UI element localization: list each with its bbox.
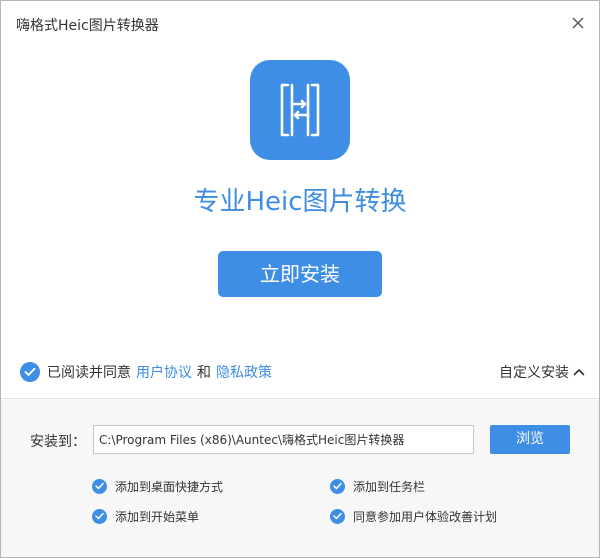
check-icon bbox=[333, 482, 342, 490]
user-agreement-link[interactable]: 用户协议 bbox=[136, 362, 192, 382]
option-start-menu[interactable]: 添加到开始菜单 bbox=[92, 506, 199, 526]
option-label: 添加到开始菜单 bbox=[115, 509, 200, 524]
install-path-input[interactable] bbox=[93, 425, 474, 454]
install-now-button[interactable]: 立即安装 bbox=[218, 251, 382, 297]
check-icon bbox=[24, 367, 36, 376]
app-logo bbox=[250, 60, 350, 160]
check-icon bbox=[95, 512, 104, 520]
window-title: 嗨格式Heic图片转换器 bbox=[16, 18, 159, 34]
option-checkbox[interactable] bbox=[92, 478, 107, 494]
heic-logo-icon bbox=[280, 83, 320, 137]
option-label: 添加到桌面快捷方式 bbox=[115, 479, 224, 494]
option-label: 添加到任务栏 bbox=[353, 479, 426, 494]
browse-button[interactable]: 浏览 bbox=[490, 425, 570, 454]
check-icon bbox=[95, 482, 104, 490]
product-headline: 专业Heic图片转换 bbox=[193, 187, 407, 217]
agreement-prefix: 已阅读并同意 bbox=[47, 365, 131, 381]
option-checkbox[interactable] bbox=[330, 508, 345, 524]
agreement-conjunction: 和 bbox=[197, 365, 211, 381]
check-icon bbox=[333, 512, 342, 520]
custom-install-label: 自定义安装 bbox=[499, 365, 569, 381]
install-path-label: 安装到： bbox=[30, 434, 86, 450]
option-checkbox[interactable] bbox=[330, 478, 345, 494]
agreement-checkbox[interactable] bbox=[20, 362, 40, 382]
custom-install-panel: 安装到： 浏览 添加到桌面快捷方式 添加到任务栏 bbox=[1, 398, 599, 557]
option-taskbar[interactable]: 添加到任务栏 bbox=[330, 476, 425, 496]
close-button[interactable] bbox=[564, 9, 592, 37]
close-icon bbox=[572, 17, 584, 29]
agreement-row: 已阅读并同意 用户协议 和 隐私政策 bbox=[20, 360, 272, 384]
custom-install-toggle[interactable]: 自定义安装 bbox=[499, 360, 585, 384]
option-desktop-shortcut[interactable]: 添加到桌面快捷方式 bbox=[92, 476, 223, 496]
option-checkbox[interactable] bbox=[92, 508, 107, 524]
option-experience-program[interactable]: 同意参加用户体验改善计划 bbox=[330, 506, 497, 526]
privacy-policy-link[interactable]: 隐私政策 bbox=[216, 362, 272, 382]
chevron-up-icon bbox=[573, 369, 585, 376]
installer-window: 嗨格式Heic图片转换器 专业Heic图片转换 立即安装 已阅读并同意 用户协议… bbox=[0, 0, 600, 558]
option-label: 同意参加用户体验改善计划 bbox=[353, 509, 498, 524]
